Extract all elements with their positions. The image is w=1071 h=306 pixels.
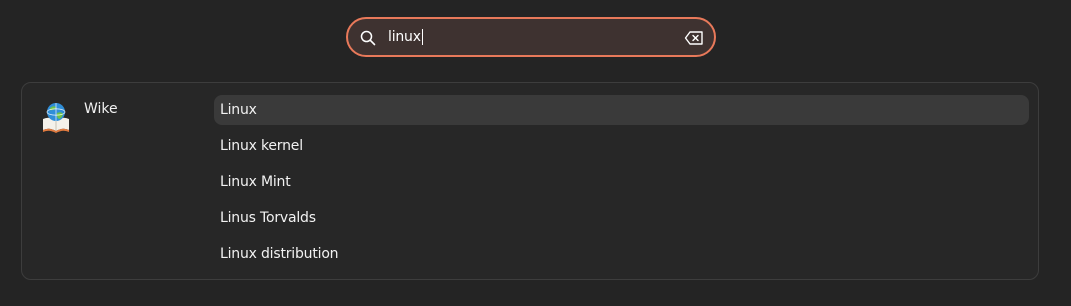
backspace-clear-icon[interactable] xyxy=(684,30,704,46)
result-item[interactable]: Linus Torvalds xyxy=(214,203,1029,233)
wike-globe-book-icon[interactable] xyxy=(41,101,71,133)
search-input[interactable]: linux xyxy=(388,27,423,47)
result-item[interactable]: Linux xyxy=(214,95,1029,125)
search-icon xyxy=(360,30,376,46)
provider-name: Wike xyxy=(84,101,118,117)
result-item[interactable]: Linux kernel xyxy=(214,131,1029,161)
search-input-text: linux xyxy=(388,29,421,45)
result-item[interactable]: Linux distribution xyxy=(214,239,1029,269)
result-list: Linux Linux kernel Linux Mint Linus Torv… xyxy=(214,95,1029,275)
text-caret xyxy=(421,29,423,45)
result-item[interactable]: Linux Mint xyxy=(214,167,1029,197)
search-bar[interactable]: linux xyxy=(346,17,716,57)
search-results-panel: Wike Linux Linux kernel Linux Mint Linus… xyxy=(21,82,1039,280)
